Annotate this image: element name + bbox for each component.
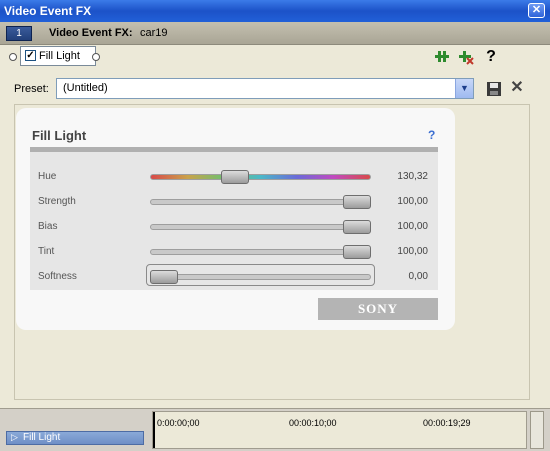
- hue-value: 130,32: [397, 171, 428, 182]
- strength-label: Strength: [38, 196, 76, 207]
- save-preset-button[interactable]: [486, 81, 502, 97]
- expand-icon[interactable]: ▷: [11, 432, 18, 443]
- remove-plugin-icon[interactable]: [458, 49, 474, 65]
- plugin-fill-light-chip[interactable]: ✓ Fill Light: [20, 46, 96, 66]
- preset-value: (Untitled): [63, 82, 108, 94]
- tint-slider-track[interactable]: [150, 249, 371, 255]
- delete-preset-button[interactable]: ✕: [509, 79, 525, 97]
- panel-title: Fill Light: [32, 128, 87, 143]
- help-icon[interactable]: ?: [483, 49, 499, 65]
- chain-label: Video Event FX:: [49, 27, 133, 39]
- hue-slider-track[interactable]: [150, 174, 371, 180]
- chain-start-node-icon: [9, 53, 17, 61]
- time-end: 00:00:19;29: [423, 418, 471, 428]
- hue-slider-thumb[interactable]: [221, 170, 250, 184]
- save-icon: [487, 82, 501, 96]
- keyframe-bar: ▷ Fill Light 0:00:00;00 00:00:10;00 00:0…: [0, 408, 550, 451]
- plugin-enable-checkbox[interactable]: ✓: [25, 50, 36, 61]
- plugin-name: Fill Light: [39, 50, 80, 62]
- fx-track-label: Fill Light: [23, 432, 61, 443]
- cursor-marker[interactable]: [153, 412, 155, 448]
- softness-label: Softness: [38, 271, 77, 282]
- remove-plugin-svg: [459, 51, 474, 65]
- slider-group: Hue 130,32 Strength 100,00 Bias 100,00 T…: [30, 152, 438, 290]
- strength-slider-thumb[interactable]: [343, 195, 371, 209]
- fx-track-item[interactable]: ▷ Fill Light: [6, 431, 144, 445]
- softness-slider-track[interactable]: [150, 274, 371, 280]
- bias-slider-track[interactable]: [150, 224, 371, 230]
- preset-row: Preset: (Untitled) ▼ ✕: [6, 72, 544, 104]
- fx-chain-header: 1 Video Event FX: car19: [0, 22, 550, 45]
- softness-value: 0,00: [408, 271, 428, 282]
- preset-label: Preset:: [14, 83, 49, 95]
- preset-dropdown[interactable]: (Untitled) ▼: [56, 78, 474, 99]
- vertical-scrollbar[interactable]: [530, 411, 544, 449]
- chain-number-button[interactable]: 1: [6, 26, 32, 41]
- plugin-chain-svg: [435, 51, 449, 62]
- chain-media-name: car19: [140, 27, 168, 39]
- close-icon: ✕: [531, 4, 542, 16]
- hue-label: Hue: [38, 171, 57, 182]
- keyframe-timeline[interactable]: 0:00:00;00 00:00:10;00 00:00:19;29: [152, 411, 527, 449]
- plugin-chain-icon[interactable]: [434, 49, 450, 65]
- sony-logo: SONY: [318, 298, 438, 320]
- window-title: Video Event FX: [4, 4, 92, 18]
- plugin-chain-row: ✓ Fill Light ?: [0, 44, 550, 70]
- softness-slider-thumb[interactable]: [150, 270, 178, 284]
- strength-slider-track[interactable]: [150, 199, 371, 205]
- close-button[interactable]: ✕: [528, 3, 545, 18]
- tint-value: 100,00: [397, 246, 428, 257]
- title-bar: Video Event FX ✕: [0, 0, 550, 22]
- time-start: 0:00:00;00: [157, 418, 200, 428]
- bias-value: 100,00: [397, 221, 428, 232]
- chevron-down-icon[interactable]: ▼: [455, 79, 473, 98]
- tint-slider-thumb[interactable]: [343, 245, 371, 259]
- time-middle: 00:00:10;00: [289, 418, 337, 428]
- bias-slider-thumb[interactable]: [343, 220, 371, 234]
- bias-label: Bias: [38, 221, 58, 232]
- panel-help-icon[interactable]: ?: [428, 128, 435, 142]
- strength-value: 100,00: [397, 196, 428, 207]
- tint-label: Tint: [38, 246, 55, 257]
- fill-light-panel: Fill Light ? Hue 130,32 Strength 100,00 …: [16, 108, 455, 330]
- chain-end-node-icon: [92, 53, 100, 61]
